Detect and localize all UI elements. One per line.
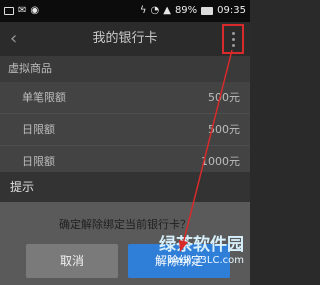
- row-value: 500元: [208, 91, 240, 104]
- clock: 09:35: [217, 5, 246, 16]
- list-item: 日限额 500元: [0, 114, 250, 146]
- more-vertical-icon[interactable]: [222, 24, 244, 54]
- signal-icon: ▲: [163, 5, 171, 16]
- mail-icon: ✉: [18, 5, 27, 16]
- row-label: 日限额: [22, 123, 55, 136]
- battery-percent: 89%: [174, 5, 198, 16]
- status-right-icons: ϟ ◔ ▲ 89% 09:35: [140, 0, 246, 22]
- dialog-title: 提示: [0, 172, 250, 202]
- image-icon: [4, 7, 14, 15]
- status-bar: ✉ ◉ ϟ ◔ ▲ 89% 09:35: [0, 0, 250, 22]
- watermark: 绿茶软件园 www.33LC.com: [159, 237, 244, 266]
- app-bar: ‹ 我的银行卡: [0, 22, 250, 56]
- list-item: 单笔限额 500元: [0, 82, 250, 114]
- cancel-button[interactable]: 取消: [26, 244, 118, 278]
- wifi-icon: ◔: [150, 5, 160, 16]
- status-left-icons: ✉ ◉: [4, 0, 39, 22]
- dialog-message: 确定解除绑定当前银行卡？: [59, 218, 191, 231]
- section-header: 虚拟商品: [0, 56, 250, 82]
- watermark-url: www.33LC.com: [167, 255, 244, 266]
- watermark-title: 绿茶软件园: [159, 235, 244, 255]
- row-value: 500元: [208, 123, 240, 136]
- lightning-icon: ϟ: [139, 5, 147, 16]
- battery-icon: [201, 7, 214, 15]
- app-icon: ◉: [30, 5, 40, 16]
- row-label: 单笔限额: [22, 91, 66, 104]
- page-title: 我的银行卡: [92, 31, 158, 46]
- confirm-dialog: 提示 确定解除绑定当前银行卡？ 取消 解除绑定: [0, 172, 250, 285]
